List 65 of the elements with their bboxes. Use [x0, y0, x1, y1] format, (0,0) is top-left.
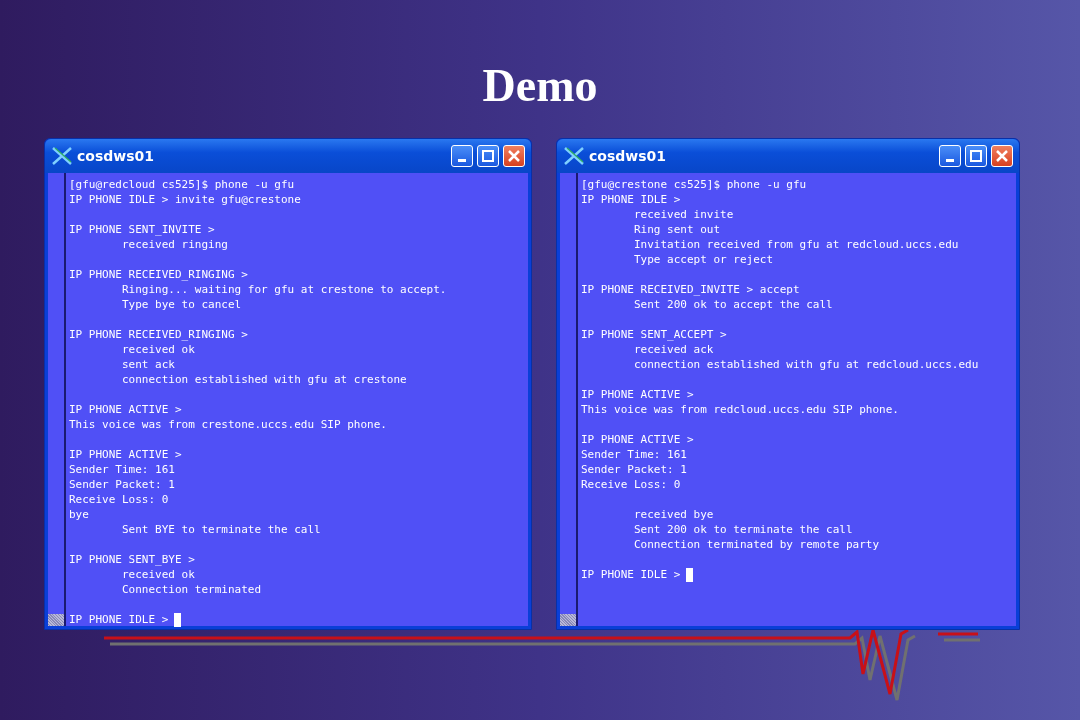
terminal-line: [gfu@redcloud cs525]$ phone -u gfu — [69, 177, 295, 192]
terminal-line: Type bye to cancel — [120, 297, 242, 312]
terminal-line: IP PHONE SENT_INVITE > — [69, 222, 215, 237]
maximize-button[interactable] — [965, 145, 987, 167]
terminal-line: Ring sent out — [632, 222, 721, 237]
minimize-button[interactable] — [939, 145, 961, 167]
close-icon — [508, 150, 520, 162]
window-title: cosdws01 — [589, 148, 668, 164]
terminal-line: This voice was from redcloud.uccs.edu SIP phone. — [581, 402, 899, 417]
terminal-line: Sent 200 ok to terminate the call — [632, 522, 853, 537]
terminal-line: Sender Packet: 1 — [581, 462, 687, 477]
terminal-line: received ringing — [120, 237, 228, 252]
terminal-line: sent ack — [120, 357, 175, 372]
terminal-line: IP PHONE SENT_ACCEPT > — [581, 327, 727, 342]
minimize-icon — [458, 158, 466, 162]
terminal-line: Connection terminated — [120, 582, 262, 597]
terminal-line: received invite — [632, 207, 734, 222]
close-icon — [996, 150, 1008, 162]
x-logo-icon — [563, 146, 585, 166]
terminal-line: connection established with gfu at crestone — [120, 372, 407, 387]
terminal-line: IP PHONE IDLE > invite gfu@crestone — [69, 192, 301, 207]
terminal-prompt: IP PHONE IDLE > — [581, 567, 681, 582]
terminal-line: [gfu@crestone cs525]$ phone -u gfu — [581, 177, 807, 192]
terminal-line: received bye — [632, 507, 714, 522]
terminal-line: IP PHONE ACTIVE > — [581, 432, 694, 447]
slide-title: Demo — [481, 59, 599, 113]
text-cursor — [174, 612, 182, 627]
terminal-line: IP PHONE RECEIVED_RINGING > — [69, 267, 248, 282]
terminal-line: Sent BYE to terminate the call — [120, 522, 321, 537]
terminal-line: received ack — [632, 342, 714, 357]
terminal-line: IP PHONE RECEIVED_INVITE > accept — [581, 282, 800, 297]
maximize-button[interactable] — [477, 145, 499, 167]
terminal-line: Receive Loss: 0 — [69, 492, 169, 507]
scrollbar-thumb[interactable] — [560, 614, 576, 626]
terminal-line: Invitation received from gfu at redcloud.uccs.edu — [632, 237, 959, 252]
terminal-line: Sender Packet: 1 — [69, 477, 175, 492]
close-button[interactable] — [503, 145, 525, 167]
terminal-line: This voice was from crestone.uccs.edu SIP phone. — [69, 417, 387, 432]
terminal-line: Type accept or reject — [632, 252, 774, 267]
terminal-line: IP PHONE ACTIVE > — [69, 447, 182, 462]
x-logo-icon — [51, 146, 73, 166]
scrollbar-thumb[interactable] — [48, 614, 64, 626]
terminal-line: IP PHONE ACTIVE > — [69, 402, 182, 417]
terminal-line: connection established with gfu at redcloud.uccs.edu — [632, 357, 979, 372]
terminal-line: bye — [69, 507, 89, 522]
maximize-icon — [482, 150, 494, 162]
terminal-prompt: IP PHONE IDLE > — [69, 612, 169, 627]
terminal-line: received ok — [120, 567, 195, 582]
terminal-line: Sender Time: 161 — [581, 447, 687, 462]
maximize-icon — [970, 150, 982, 162]
terminal-line: IP PHONE SENT_BYE > — [69, 552, 195, 567]
terminal-line: received ok — [120, 342, 195, 357]
terminal-line: Sender Time: 161 — [69, 462, 175, 477]
window-title: cosdws01 — [77, 148, 156, 164]
text-cursor — [686, 567, 694, 582]
terminal-line: IP PHONE RECEIVED_RINGING > — [69, 327, 248, 342]
terminal-line: IP PHONE ACTIVE > — [581, 387, 694, 402]
minimize-icon — [946, 158, 954, 162]
terminal-line: Connection terminated by remote party — [632, 537, 879, 552]
terminal-line: IP PHONE IDLE > — [581, 192, 681, 207]
terminal-line: Receive Loss: 0 — [581, 477, 681, 492]
terminal-line: Sent 200 ok to accept the call — [632, 297, 833, 312]
terminal-line: Ringing... waiting for gfu at crestone to accept. — [120, 282, 447, 297]
minimize-button[interactable] — [451, 145, 473, 167]
close-button[interactable] — [991, 145, 1013, 167]
